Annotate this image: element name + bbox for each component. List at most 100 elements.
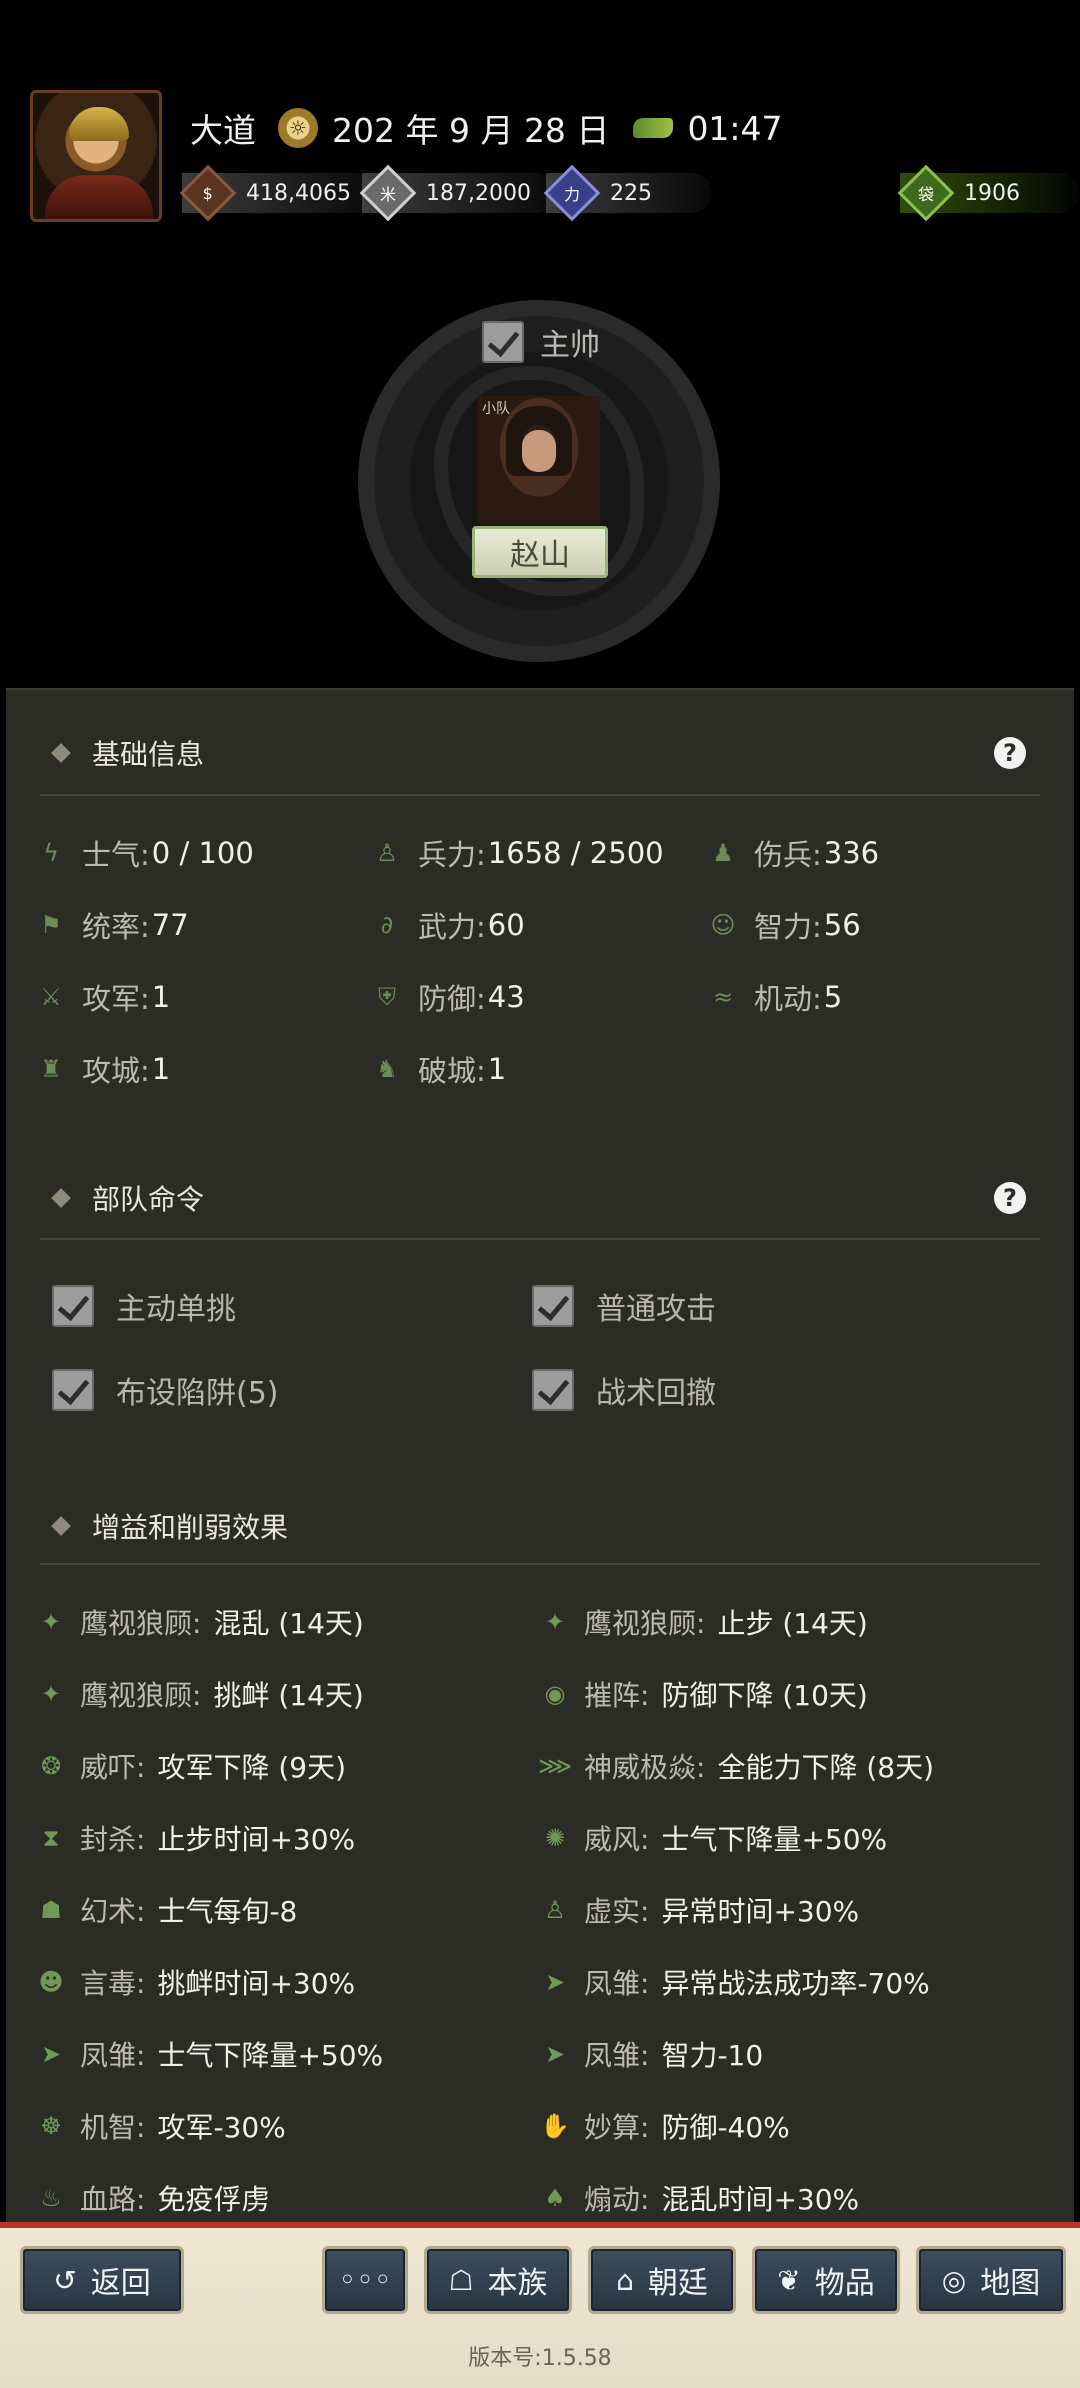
speed-icon: ≈ [712, 983, 734, 1011]
court-button[interactable]: ⌂ 朝廷 [588, 2246, 736, 2314]
helmet-graphic [69, 107, 129, 141]
soldier-icon: ♙ [376, 839, 398, 867]
effect-item: ⋙ 神威极焱: 全能力下降 (8天) [537, 1751, 935, 1784]
more-button[interactable]: ◦◦◦ [322, 2246, 408, 2314]
effects-header: 增益和削弱效果 [40, 1501, 1040, 1551]
help-icon[interactable]: ? [994, 737, 1026, 769]
effect-item: ➤ 凤雏: 异常战法成功率-70% [538, 1958, 930, 2006]
order-active-duel[interactable]: 主动单挑 [52, 1278, 236, 1334]
flag-icon: ⚑ [40, 911, 62, 939]
bird-icon: ➤ [40, 2040, 62, 2068]
resource-copper[interactable]: $ 418,4065 [179, 164, 377, 222]
crowd-icon: ♠ [544, 2184, 566, 2212]
stat-breach: ♞ 破城: 1 [374, 1044, 506, 1094]
bird-icon: ➤ [544, 1968, 566, 1996]
burst-icon: ✺ [544, 1824, 566, 1852]
effect-item: ☸ 机智: 攻军-30% [34, 2102, 286, 2150]
cricket-icon [633, 118, 674, 138]
arm-icon: ∂ [380, 911, 394, 939]
clan-button[interactable]: ☖ 本族 [424, 2246, 572, 2314]
effect-item: ✦ 鹰视狼顾: 止步 (14天) [538, 1598, 868, 1646]
stat-wounded: ♟ 伤兵: 336 [710, 828, 879, 878]
order-tactical-retreat[interactable]: 战术回撤 [532, 1362, 716, 1418]
resource-supply[interactable]: 袋 1906 [897, 164, 1080, 222]
diamond-bullet-icon [51, 743, 71, 763]
resource-grain[interactable]: 米 187,2000 [359, 164, 557, 222]
unit-name-plate[interactable]: 赵山 [472, 526, 608, 578]
mouth-icon: ☻ [38, 1968, 64, 1996]
checkbox-checked-icon [482, 321, 524, 363]
effect-item: ➤ 凤雏: 士气下降量+50% [34, 2030, 383, 2078]
tower-icon: ♜ [40, 1055, 62, 1083]
hand-icon: ✋ [540, 2112, 570, 2140]
horse-icon: ♞ [376, 1055, 398, 1083]
head-icon: ☸ [40, 2112, 62, 2140]
resource-value: 418,4065 [246, 180, 351, 206]
bag-icon: ❦ [777, 2263, 801, 2297]
basic-info-header: 基础信息 ? [40, 728, 1040, 778]
orders-header: 部队命令 ? [40, 1173, 1040, 1223]
effect-item: ✦ 鹰视狼顾: 混乱 (14天) [34, 1598, 364, 1646]
resource-value: 187,2000 [426, 180, 531, 206]
map-button[interactable]: ◎ 地图 [916, 2246, 1066, 2314]
date-label: 202 年 9 月 28 日 [332, 111, 610, 150]
stat-troops: ♙ 兵力: 1658 / 2500 [374, 828, 663, 878]
resource-value: 1906 [964, 180, 1020, 206]
diamond-bullet-icon [51, 1516, 71, 1536]
ruler-avatar[interactable] [30, 90, 162, 222]
effect-item: ✋ 妙算: 防御-40% [538, 2102, 790, 2150]
stat-leadership: ⚑ 统率: 77 [38, 900, 188, 950]
info-panel: 基础信息 ? ϟ 士气: 0 / 100 ♙ 兵力: 1658 / 2500 ♟ 伤… [6, 688, 1074, 2230]
eagle-icon: ✦ [40, 1680, 62, 1708]
clan-icon: ☖ [448, 2263, 474, 2297]
resource-strength[interactable]: 力 225 [543, 164, 712, 222]
order-set-trap[interactable]: 布设陷阱(5) [52, 1362, 279, 1418]
effect-item: ♠ 煽动: 混乱时间+30% [538, 2174, 859, 2222]
unit-detail-screen: 大道 ☼ 202 年 9 月 28 日 01:47 $ 418,4065 米 1… [0, 0, 1080, 2388]
flame-icon: ❂ [40, 1752, 62, 1780]
effect-item: ❂ 威吓: 攻军下降 (9天) [34, 1742, 346, 1790]
stat-morale: ϟ 士气: 0 / 100 [38, 828, 254, 878]
section-title: 部队命令 [92, 1183, 205, 1216]
checkbox-checked-icon [532, 1369, 574, 1411]
coins-icon: $ [179, 164, 237, 222]
unit-portrait[interactable]: 小队 [478, 396, 600, 524]
claw-icon: ⋙ [537, 1752, 573, 1780]
effect-item: ⧗ 封杀: 止步时间+30% [34, 1814, 356, 1862]
section-title: 增益和削弱效果 [92, 1511, 289, 1544]
checkbox-checked-icon [532, 1285, 574, 1327]
more-dots-icon: ◦◦◦ [338, 2262, 392, 2298]
stat-intelligence: ☺ 智力: 56 [710, 908, 861, 944]
mask-icon: ☗ [40, 1896, 62, 1924]
strength-icon: 力 [543, 164, 601, 222]
help-icon[interactable]: ? [994, 1182, 1026, 1214]
order-normal-attack[interactable]: 普通攻击 [532, 1278, 716, 1334]
bottom-navigation-bar: ↺ 返回 ◦◦◦ ☖ 本族 ⌂ 朝廷 ❦ 物品 ◎ 地图 版本号:1.5.58 [0, 2222, 1080, 2388]
effect-item: ♙ 虚实: 异常时间+30% [538, 1886, 859, 1934]
hourglass-icon: ⧗ [42, 1824, 60, 1852]
bag-icon: 袋 [897, 164, 955, 222]
grain-icon: 米 [359, 164, 417, 222]
location-label: 大道 [190, 111, 256, 150]
eye-icon: ◉ [544, 1680, 566, 1708]
time-label: 01:47 [687, 108, 783, 148]
items-button[interactable]: ❦ 物品 [752, 2246, 900, 2314]
effect-item: ✺ 威风: 士气下降量+50% [538, 1814, 887, 1862]
eagle-icon: ✦ [40, 1608, 62, 1636]
stat-siege: ♜ 攻城: 1 [38, 1044, 170, 1094]
checkbox-checked-icon [52, 1285, 94, 1327]
stat-mobility: ≈ 机动: 5 [710, 972, 842, 1022]
divider [40, 1563, 1040, 1565]
map-icon: ◎ [941, 2263, 967, 2297]
effect-item: ➤ 凤雏: 智力-10 [538, 2030, 763, 2078]
stat-attack: ⚔ 攻军: 1 [38, 972, 170, 1022]
weather-sun-icon: ☼ [278, 108, 318, 148]
commander-checkbox[interactable]: 主帅 [482, 320, 600, 364]
back-button[interactable]: ↺ 返回 [20, 2246, 184, 2314]
stat-force: ∂ 武力: 60 [374, 900, 525, 950]
effect-item: ◉ 摧阵: 防御下降 (10天) [538, 1670, 868, 1718]
bird-icon: ➤ [544, 2040, 566, 2068]
checkbox-checked-icon [52, 1369, 94, 1411]
commander-label: 主帅 [540, 328, 600, 363]
brain-icon: ☺ [710, 911, 736, 939]
